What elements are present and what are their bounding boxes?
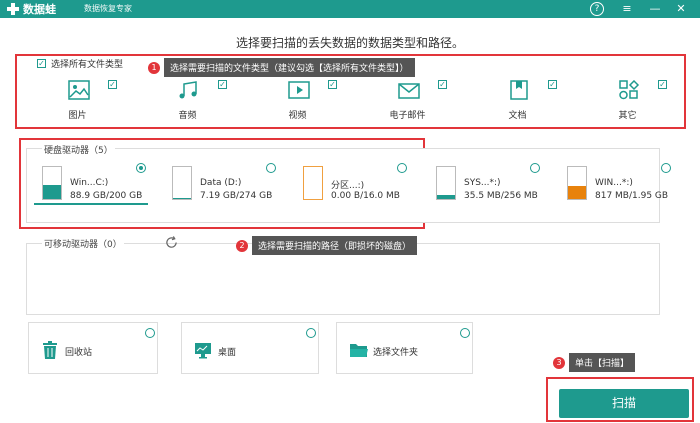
tip-1: 1 选择需要扫描的文件类型（建议勾选【选择所有文件类型】） xyxy=(148,58,415,77)
page-heading: 选择要扫描的丢失数据的数据类型和路径。 xyxy=(235,36,464,50)
minimize-button[interactable]: — xyxy=(648,2,662,16)
drive-d-radio[interactable] xyxy=(266,163,276,173)
checkbox-checked-icon: ✓ xyxy=(37,59,46,68)
disk-icon xyxy=(436,166,456,200)
disk-fill xyxy=(568,185,586,199)
drive-d[interactable]: Data (D:) 7.19 GB/274 GB xyxy=(160,160,280,210)
file-type-label: 电子邮件 xyxy=(389,111,426,121)
drive-name: Win...C:) xyxy=(70,178,109,188)
disk-icon xyxy=(42,166,62,200)
quick-label: 回收站 xyxy=(65,348,93,358)
drive-name: WIN...*:) xyxy=(595,178,633,188)
drive-win-radio[interactable] xyxy=(661,163,671,173)
disk-fill xyxy=(173,198,191,199)
image-icon xyxy=(68,80,90,100)
drive-size: 7.19 GB/274 GB xyxy=(200,191,273,201)
desktop-option[interactable]: 桌面 xyxy=(181,322,319,374)
help-button[interactable]: ? xyxy=(590,2,604,16)
recycle-bin-radio[interactable] xyxy=(145,328,155,338)
disk-icon xyxy=(172,166,192,200)
tip-1-number: 1 xyxy=(148,61,160,74)
image-checkbox[interactable]: ✓ xyxy=(108,80,117,89)
drive-size: 88.9 GB/200 GB xyxy=(70,191,143,201)
disk-icon xyxy=(567,166,587,200)
drive-win[interactable]: WIN...*:) 817 MB/1.95 GB xyxy=(555,160,675,210)
drive-size: 817 MB/1.95 GB xyxy=(595,191,669,201)
file-type-image[interactable]: ✓ 图片 xyxy=(30,76,125,124)
scan-button[interactable]: 扫描 xyxy=(559,389,689,418)
app-name: 数据蛙 xyxy=(23,3,56,16)
file-type-document[interactable]: ✓ 文档 xyxy=(470,76,565,124)
drive-sys[interactable]: SYS...*:) 35.5 MB/256 MB xyxy=(424,160,544,210)
app-subtitle: 数据恢复专家 xyxy=(84,4,132,13)
file-type-label: 文档 xyxy=(508,111,527,121)
file-type-label: 图片 xyxy=(68,111,87,121)
drive-partition-radio[interactable] xyxy=(397,163,407,173)
disk-icon xyxy=(303,166,323,200)
music-icon xyxy=(179,81,197,99)
recycle-bin-option[interactable]: 回收站 xyxy=(28,322,158,374)
recycle-bin-icon xyxy=(43,341,57,359)
refresh-icon[interactable] xyxy=(165,236,178,249)
desktop-radio[interactable] xyxy=(306,328,316,338)
desktop-icon xyxy=(195,343,211,359)
drive-c-radio[interactable] xyxy=(136,163,146,173)
selected-drive-underline xyxy=(34,203,148,205)
tip-1-text: 选择需要扫描的文件类型（建议勾选【选择所有文件类型】） xyxy=(164,58,415,77)
file-type-email[interactable]: ✓ 电子邮件 xyxy=(360,76,455,124)
other-checkbox[interactable]: ✓ xyxy=(658,80,667,89)
file-type-video[interactable]: ✓ 视频 xyxy=(250,76,345,124)
document-checkbox[interactable]: ✓ xyxy=(548,80,557,89)
disk-fill xyxy=(437,194,455,199)
tip-2-number: 2 xyxy=(236,239,248,252)
disk-fill xyxy=(43,184,61,199)
title-bar: 数据蛙 数据恢复专家 ? ≡ — ✕ xyxy=(0,0,700,18)
document-icon xyxy=(510,80,528,100)
drive-size: 35.5 MB/256 MB xyxy=(464,191,538,201)
logo-cross-icon xyxy=(6,2,20,16)
folder-icon xyxy=(350,344,368,357)
drive-size: 0.00 B/16.0 MB xyxy=(331,191,400,201)
quick-label: 选择文件夹 xyxy=(373,348,419,358)
select-all-label: 选择所有文件类型 xyxy=(51,60,124,70)
select-all-checkbox[interactable]: ✓ 选择所有文件类型 xyxy=(37,57,123,70)
choose-folder-option[interactable]: 选择文件夹 xyxy=(336,322,473,374)
removable-drives-label: 可移动驱动器（0） xyxy=(42,237,124,250)
other-icon xyxy=(619,80,640,100)
file-type-label: 其它 xyxy=(618,111,637,121)
hard-drives-label: 硬盘驱动器（5） xyxy=(42,143,115,156)
drive-partition[interactable]: 分区...:) 0.00 B/16.0 MB xyxy=(291,160,411,210)
video-checkbox[interactable]: ✓ xyxy=(328,80,337,89)
email-icon xyxy=(398,83,420,99)
file-type-other[interactable]: ✓ 其它 xyxy=(580,76,675,124)
choose-folder-radio[interactable] xyxy=(460,328,470,338)
file-types-row: ✓ 图片 ✓ 音频 ✓ 视频 ✓ 电子邮件 ✓ 文档 ✓ 其它 xyxy=(20,76,680,126)
tip-2-text: 选择需要扫描的路径（即损坏的磁盘） xyxy=(252,236,418,255)
menu-button[interactable]: ≡ xyxy=(620,2,634,16)
audio-checkbox[interactable]: ✓ xyxy=(218,80,227,89)
drive-name: SYS...*:) xyxy=(464,178,501,188)
tip-3: 3 单击【扫描】 xyxy=(553,353,636,372)
drive-sys-radio[interactable] xyxy=(530,163,540,173)
file-type-label: 视频 xyxy=(288,111,307,121)
tip-3-number: 3 xyxy=(553,356,565,369)
tip-3-text: 单击【扫描】 xyxy=(569,353,636,372)
quick-label: 桌面 xyxy=(218,348,237,358)
video-icon xyxy=(288,81,310,99)
file-type-audio[interactable]: ✓ 音频 xyxy=(140,76,235,124)
close-button[interactable]: ✕ xyxy=(674,2,688,16)
file-type-label: 音频 xyxy=(178,111,197,121)
app-logo: 数据蛙 xyxy=(6,1,56,17)
drive-name: 分区...:) xyxy=(331,181,365,191)
tip-2: 2 选择需要扫描的路径（即损坏的磁盘） xyxy=(236,236,418,255)
email-checkbox[interactable]: ✓ xyxy=(438,80,447,89)
drive-name: Data (D:) xyxy=(200,178,242,188)
